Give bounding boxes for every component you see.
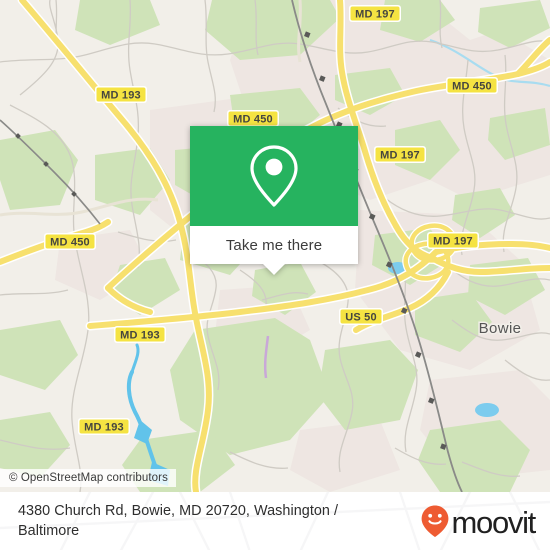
road-shield: MD 197: [349, 5, 401, 22]
road-shield: MD 450: [44, 233, 96, 250]
address-text: 4380 Church Rd, Bowie, MD 20720, Washing…: [18, 502, 339, 539]
osm-attribution: © OpenStreetMap contributors: [0, 469, 176, 487]
road-shield: MD 197: [374, 146, 426, 163]
road-shield-label: MD 450: [452, 81, 492, 93]
road-shield-label: MD 193: [101, 90, 141, 102]
moovit-pin-icon: [422, 505, 449, 537]
road-shield-label: MD 450: [50, 237, 90, 249]
road-shield-label: MD 197: [380, 150, 420, 162]
callout-label: Take me there: [225, 236, 323, 254]
moovit-map-screenshot: Bowie MD 197 MD 450 MD 193 MD 450 MD 197 MD 1…: [0, 0, 550, 550]
moovit-wordmark: moovit: [451, 504, 536, 540]
road-shield: US 50: [339, 308, 383, 325]
road-shield: MD 193: [95, 86, 147, 103]
svg-text:Bowie: Bowie: [479, 320, 522, 337]
road-shield-label: MD 450: [233, 114, 273, 126]
road-shield: MD 197: [427, 232, 479, 249]
callout-action-bar[interactable]: Take me there: [190, 226, 358, 275]
callout-pointer: [263, 264, 285, 275]
road-shield: MD 450: [227, 110, 279, 127]
road-shield-label: MD 193: [120, 330, 160, 342]
road-shield-label: MD 197: [433, 236, 473, 248]
take-me-there-callout[interactable]: Take me there: [190, 126, 358, 275]
road-shield: MD 193: [114, 326, 166, 343]
footer-bar: 4380 Church Rd, Bowie, MD 20720, Washing…: [0, 492, 550, 550]
road-shield-label: MD 197: [355, 9, 395, 21]
callout-icon-panel: [190, 126, 358, 226]
road-shield-label: US 50: [345, 312, 377, 324]
moovit-logo[interactable]: moovit: [420, 504, 536, 540]
road-shield: MD 450: [446, 77, 498, 94]
map-pin-icon: [250, 145, 298, 207]
road-shield: MD 193: [78, 418, 130, 435]
road-shield-label: MD 193: [84, 422, 124, 434]
map-place-label-bowie: Bowie: [477, 319, 522, 339]
